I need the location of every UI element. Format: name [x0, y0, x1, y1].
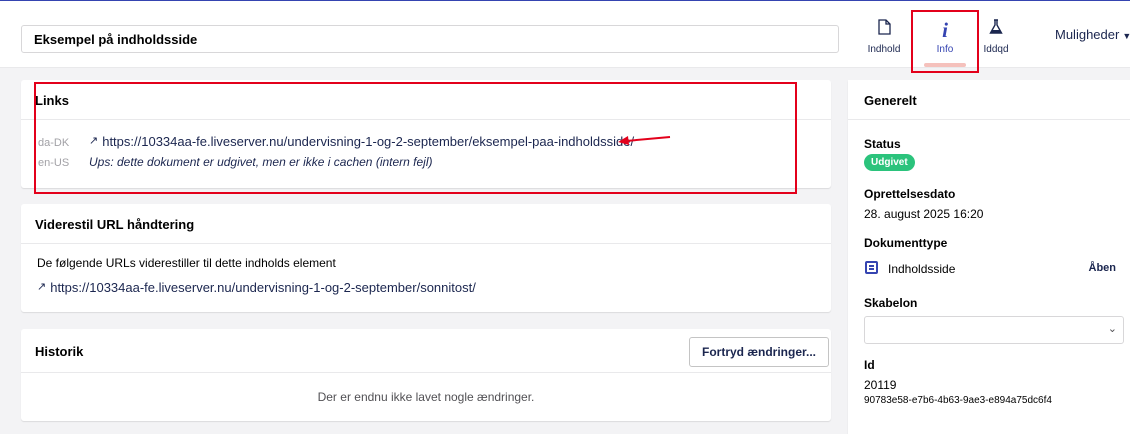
- doctype-label: Dokumenttype: [864, 236, 948, 250]
- doctype-value: Indholdsside: [888, 262, 956, 276]
- id-value: 20119: [864, 378, 897, 392]
- created-label: Oprettelsesdato: [864, 187, 956, 201]
- chevron-down-icon: ⌄: [1107, 323, 1117, 335]
- id-label: Id: [864, 358, 875, 372]
- options-dropdown[interactable]: Muligheder ▼: [1055, 27, 1130, 42]
- app-tab-indhold[interactable]: Indhold: [854, 19, 914, 65]
- redirect-card: Viderestil URL håndtering De følgende UR…: [21, 204, 831, 312]
- annotation-box-info-tab: [911, 10, 979, 73]
- external-link-icon: ↗: [37, 281, 47, 293]
- open-doctype-link[interactable]: Åben: [1089, 262, 1117, 274]
- annotation-box-links: [34, 82, 797, 194]
- status-label: Status: [864, 137, 901, 151]
- annotation-arrow: [618, 136, 671, 145]
- redirect-url-text: https://10334aa-fe.liveserver.nu/undervi…: [50, 280, 476, 295]
- redirect-url-link[interactable]: ↗ https://10334aa-fe.liveserver.nu/underv…: [37, 280, 476, 295]
- history-card: Historik Fortryd ændringer... Der er end…: [21, 329, 831, 421]
- redirect-description: De følgende URLs viderestiller til dette…: [37, 256, 336, 270]
- template-label: Skabelon: [864, 296, 918, 310]
- status-badge: Udgivet: [864, 154, 915, 171]
- rollback-button[interactable]: Fortryd ændringer...: [689, 337, 830, 367]
- redirect-title: Viderestil URL håndtering: [21, 204, 831, 244]
- created-value: 28. august 2025 16:20: [864, 207, 984, 221]
- guid-value: 90783e58-e7b6-4b63-9ae3-e894a75dc6f4: [864, 395, 1052, 406]
- app-tab-label: Indhold: [867, 44, 901, 55]
- history-empty-text: Der er endnu ikke lavet nogle ændringer.: [317, 390, 535, 404]
- general-title: Generelt: [848, 80, 1130, 120]
- node-name-input[interactable]: Eksempel på indholdsside: [21, 25, 839, 53]
- general-panel: Generelt Status Udgivet Oprettelsesdato …: [848, 80, 1130, 434]
- options-label: Muligheder: [1055, 27, 1120, 42]
- doctype-icon: [865, 261, 878, 274]
- template-select[interactable]: ⌄: [864, 316, 1124, 344]
- document-icon: [854, 19, 914, 41]
- caret-down-icon: ▼: [1122, 31, 1130, 41]
